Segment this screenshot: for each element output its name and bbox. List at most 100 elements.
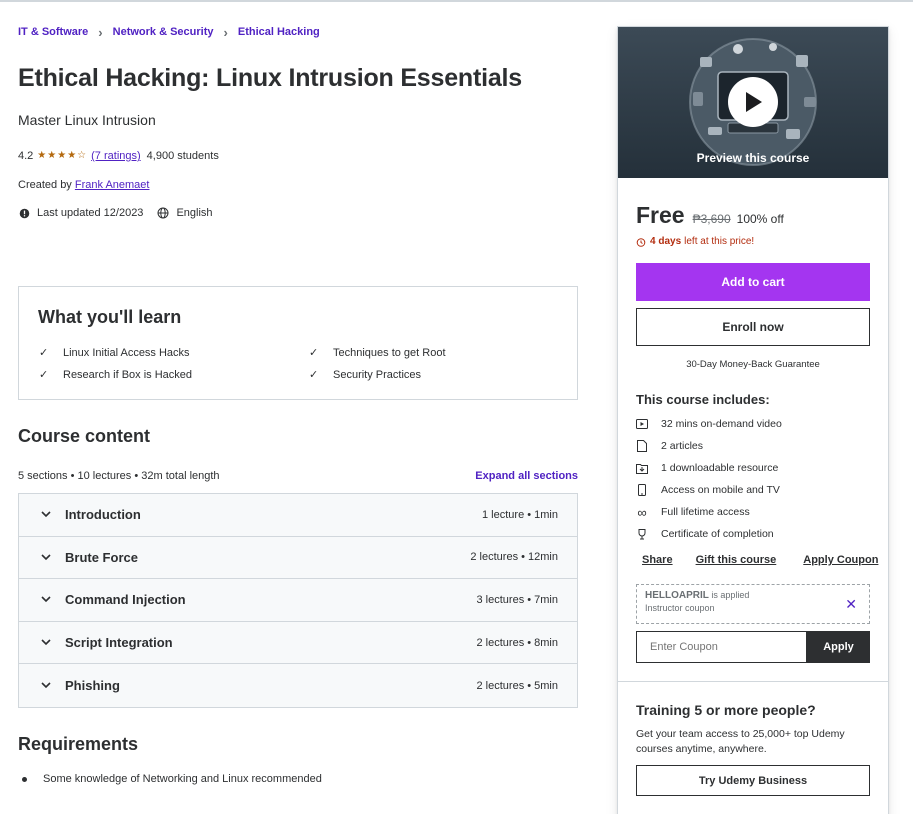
share-link[interactable]: Share — [642, 554, 673, 566]
breadcrumb-ethical-hacking[interactable]: Ethical Hacking — [238, 26, 320, 38]
section-row-introduction[interactable]: Introduction 1 lecture • 1min — [19, 494, 577, 537]
deadline-text: left at this price! — [684, 236, 755, 247]
course-content-title: Course content — [18, 426, 151, 446]
apply-coupon-link[interactable]: Apply Coupon — [803, 554, 878, 566]
check-icon: ✓ — [39, 347, 49, 359]
section-name: Introduction — [65, 507, 141, 523]
star-full-icon: ★ — [47, 150, 57, 161]
globe-icon — [157, 207, 169, 219]
article-icon — [636, 440, 648, 452]
breadcrumb: IT & Software › Network & Security › Eth… — [18, 24, 320, 40]
learn-item: ✓ Research if Box is Hacked — [39, 368, 192, 382]
coupon-input[interactable] — [636, 631, 807, 663]
alarm-clock-icon — [636, 237, 646, 247]
section-name: Phishing — [65, 678, 120, 694]
breadcrumb-network-security[interactable]: Network & Security — [113, 26, 214, 38]
requirement-text: Some knowledge of Networking and Linux r… — [43, 773, 322, 785]
include-item: Access on mobile and TV — [636, 484, 780, 496]
check-icon: ✓ — [309, 347, 319, 359]
business-description: Get your team access to 25,000+ top Udem… — [636, 728, 845, 755]
breadcrumb-it-software[interactable]: IT & Software — [18, 26, 88, 38]
include-item: 32 mins on-demand video — [636, 418, 782, 430]
course-title: Ethical Hacking: Linux Intrusion Essenti… — [18, 64, 523, 92]
star-empty-icon: ☆ — [77, 150, 87, 161]
section-info: 2 lectures • 8min — [476, 636, 559, 649]
chevron-down-icon — [41, 596, 53, 603]
play-button[interactable] — [728, 77, 778, 127]
rating-stars: ★ ★ ★ ★ ☆ — [37, 151, 87, 161]
learn-item-text: Research if Box is Hacked — [63, 368, 192, 381]
coupon-applied-text: is applied — [711, 590, 750, 600]
course-sections: Introduction 1 lecture • 1min Brute Forc… — [18, 493, 578, 708]
include-text: Certificate of completion — [661, 528, 774, 540]
last-updated: Last updated 12/2023 — [37, 207, 144, 219]
chevron-right-icon: › — [98, 24, 103, 40]
rating-score: 4.2 — [18, 150, 34, 162]
instructor-link[interactable]: Frank Anemaet — [75, 179, 150, 191]
chevron-down-icon — [41, 554, 53, 561]
trophy-icon — [636, 528, 648, 540]
close-icon[interactable]: ✕ — [845, 596, 857, 613]
course-preview[interactable]: Preview this course — [618, 27, 888, 178]
course-actions: Share Gift this course Apply Coupon — [642, 554, 878, 566]
section-info: 1 lecture • 1min — [482, 508, 558, 521]
chevron-down-icon — [41, 682, 53, 689]
section-row-command-injection[interactable]: Command Injection 3 lectures • 7min — [19, 579, 577, 622]
apply-coupon-button[interactable]: Apply — [807, 631, 870, 663]
discount-percent: 100% off — [736, 212, 784, 226]
meta-row: Last updated 12/2023 English — [18, 207, 213, 219]
coupon-code: HELLOAPRIL — [645, 590, 709, 601]
learn-title: What you'll learn — [38, 307, 182, 327]
section-row-script-integration[interactable]: Script Integration 2 lectures • 8min — [19, 621, 577, 665]
star-full-icon: ★ — [37, 150, 47, 161]
section-info: 2 lectures • 12min — [470, 551, 558, 564]
course-content-meta: 5 sections • 10 lectures • 32m total len… — [18, 470, 220, 482]
learn-item-text: Security Practices — [333, 368, 422, 381]
chevron-right-icon: › — [223, 24, 228, 40]
requirements-title: Requirements — [18, 734, 139, 754]
coupon-type: Instructor coupon — [645, 603, 715, 613]
download-icon — [636, 462, 648, 474]
includes-title: This course includes: — [636, 392, 770, 407]
mobile-icon — [636, 484, 648, 496]
section-info: 3 lectures • 7min — [476, 593, 559, 606]
check-icon: ✓ — [39, 369, 49, 381]
money-back-guarantee: 30-Day Money-Back Guarantee — [686, 359, 820, 370]
include-item: 1 downloadable resource — [636, 462, 778, 474]
deadline-notice: 4 days left at this price! — [636, 236, 754, 247]
learn-item: ✓ Security Practices — [309, 368, 422, 382]
business-title: Training 5 or more people? — [636, 702, 816, 718]
try-udemy-business-button[interactable]: Try Udemy Business — [636, 765, 870, 796]
expand-all-sections-link[interactable]: Expand all sections — [475, 470, 578, 482]
include-item: ∞ Full lifetime access — [636, 505, 749, 520]
play-icon — [746, 92, 762, 112]
section-name: Script Integration — [65, 635, 173, 651]
divider — [618, 681, 888, 682]
created-by: Created by Frank Anemaet — [18, 179, 149, 191]
chevron-down-icon — [41, 639, 53, 646]
learn-item: ✓ Linux Initial Access Hacks — [39, 346, 190, 360]
course-language: English — [176, 207, 213, 219]
chevron-down-icon — [41, 511, 53, 518]
purchase-sidebar: Preview this course Free ₱3,690 100% off… — [617, 26, 889, 814]
include-text: 32 mins on-demand video — [661, 418, 782, 430]
original-price: ₱3,690 — [692, 212, 731, 226]
top-border — [0, 0, 913, 2]
section-info: 2 lectures • 5min — [476, 679, 559, 692]
preview-label: Preview this course — [696, 151, 810, 165]
include-text: Access on mobile and TV — [661, 484, 780, 496]
bullet-icon — [22, 776, 27, 782]
rating-row: 4.2 ★ ★ ★ ★ ☆ (7 ratings) 4,900 students — [18, 150, 219, 162]
created-by-label: Created by — [18, 179, 72, 191]
price-row: Free ₱3,690 100% off — [636, 202, 784, 229]
star-full-icon: ★ — [57, 150, 67, 161]
ratings-link[interactable]: (7 ratings) — [91, 150, 141, 162]
include-item: Certificate of completion — [636, 528, 774, 540]
section-row-phishing[interactable]: Phishing 2 lectures • 5min — [19, 664, 577, 707]
section-row-brute-force[interactable]: Brute Force 2 lectures • 12min — [19, 536, 577, 580]
enroll-now-button[interactable]: Enroll now — [636, 308, 870, 346]
gift-course-link[interactable]: Gift this course — [696, 554, 777, 566]
add-to-cart-button[interactable]: Add to cart — [636, 263, 870, 301]
applied-coupon-box: HELLOAPRIL is applied Instructor coupon … — [636, 584, 870, 624]
learn-item-text: Linux Initial Access Hacks — [63, 346, 190, 359]
